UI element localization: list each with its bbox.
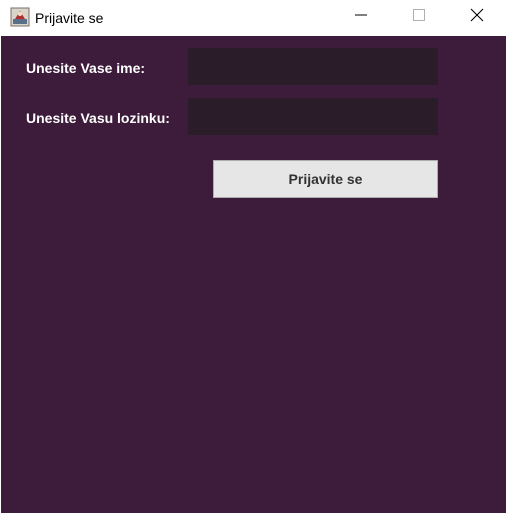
name-input[interactable] — [188, 48, 438, 85]
maximize-button[interactable] — [390, 0, 448, 34]
window-title: Prijavite se — [35, 10, 104, 26]
close-icon — [470, 8, 484, 27]
close-button[interactable] — [448, 0, 506, 34]
login-panel: Unesite Vase ime: Unesite Vasu lozinku: … — [1, 36, 506, 513]
password-input[interactable] — [188, 98, 438, 135]
login-button[interactable]: Prijavite se — [213, 160, 438, 198]
login-window: Prijavite se Unesite Vase ime: Unesite V… — [0, 0, 507, 514]
java-app-icon — [10, 7, 30, 27]
title-bar[interactable]: Prijavite se — [0, 0, 507, 36]
password-label: Unesite Vasu lozinku: — [26, 110, 170, 126]
maximize-icon — [413, 8, 425, 26]
minimize-icon — [355, 8, 367, 26]
name-label: Unesite Vase ime: — [26, 60, 146, 76]
minimize-button[interactable] — [332, 0, 390, 34]
